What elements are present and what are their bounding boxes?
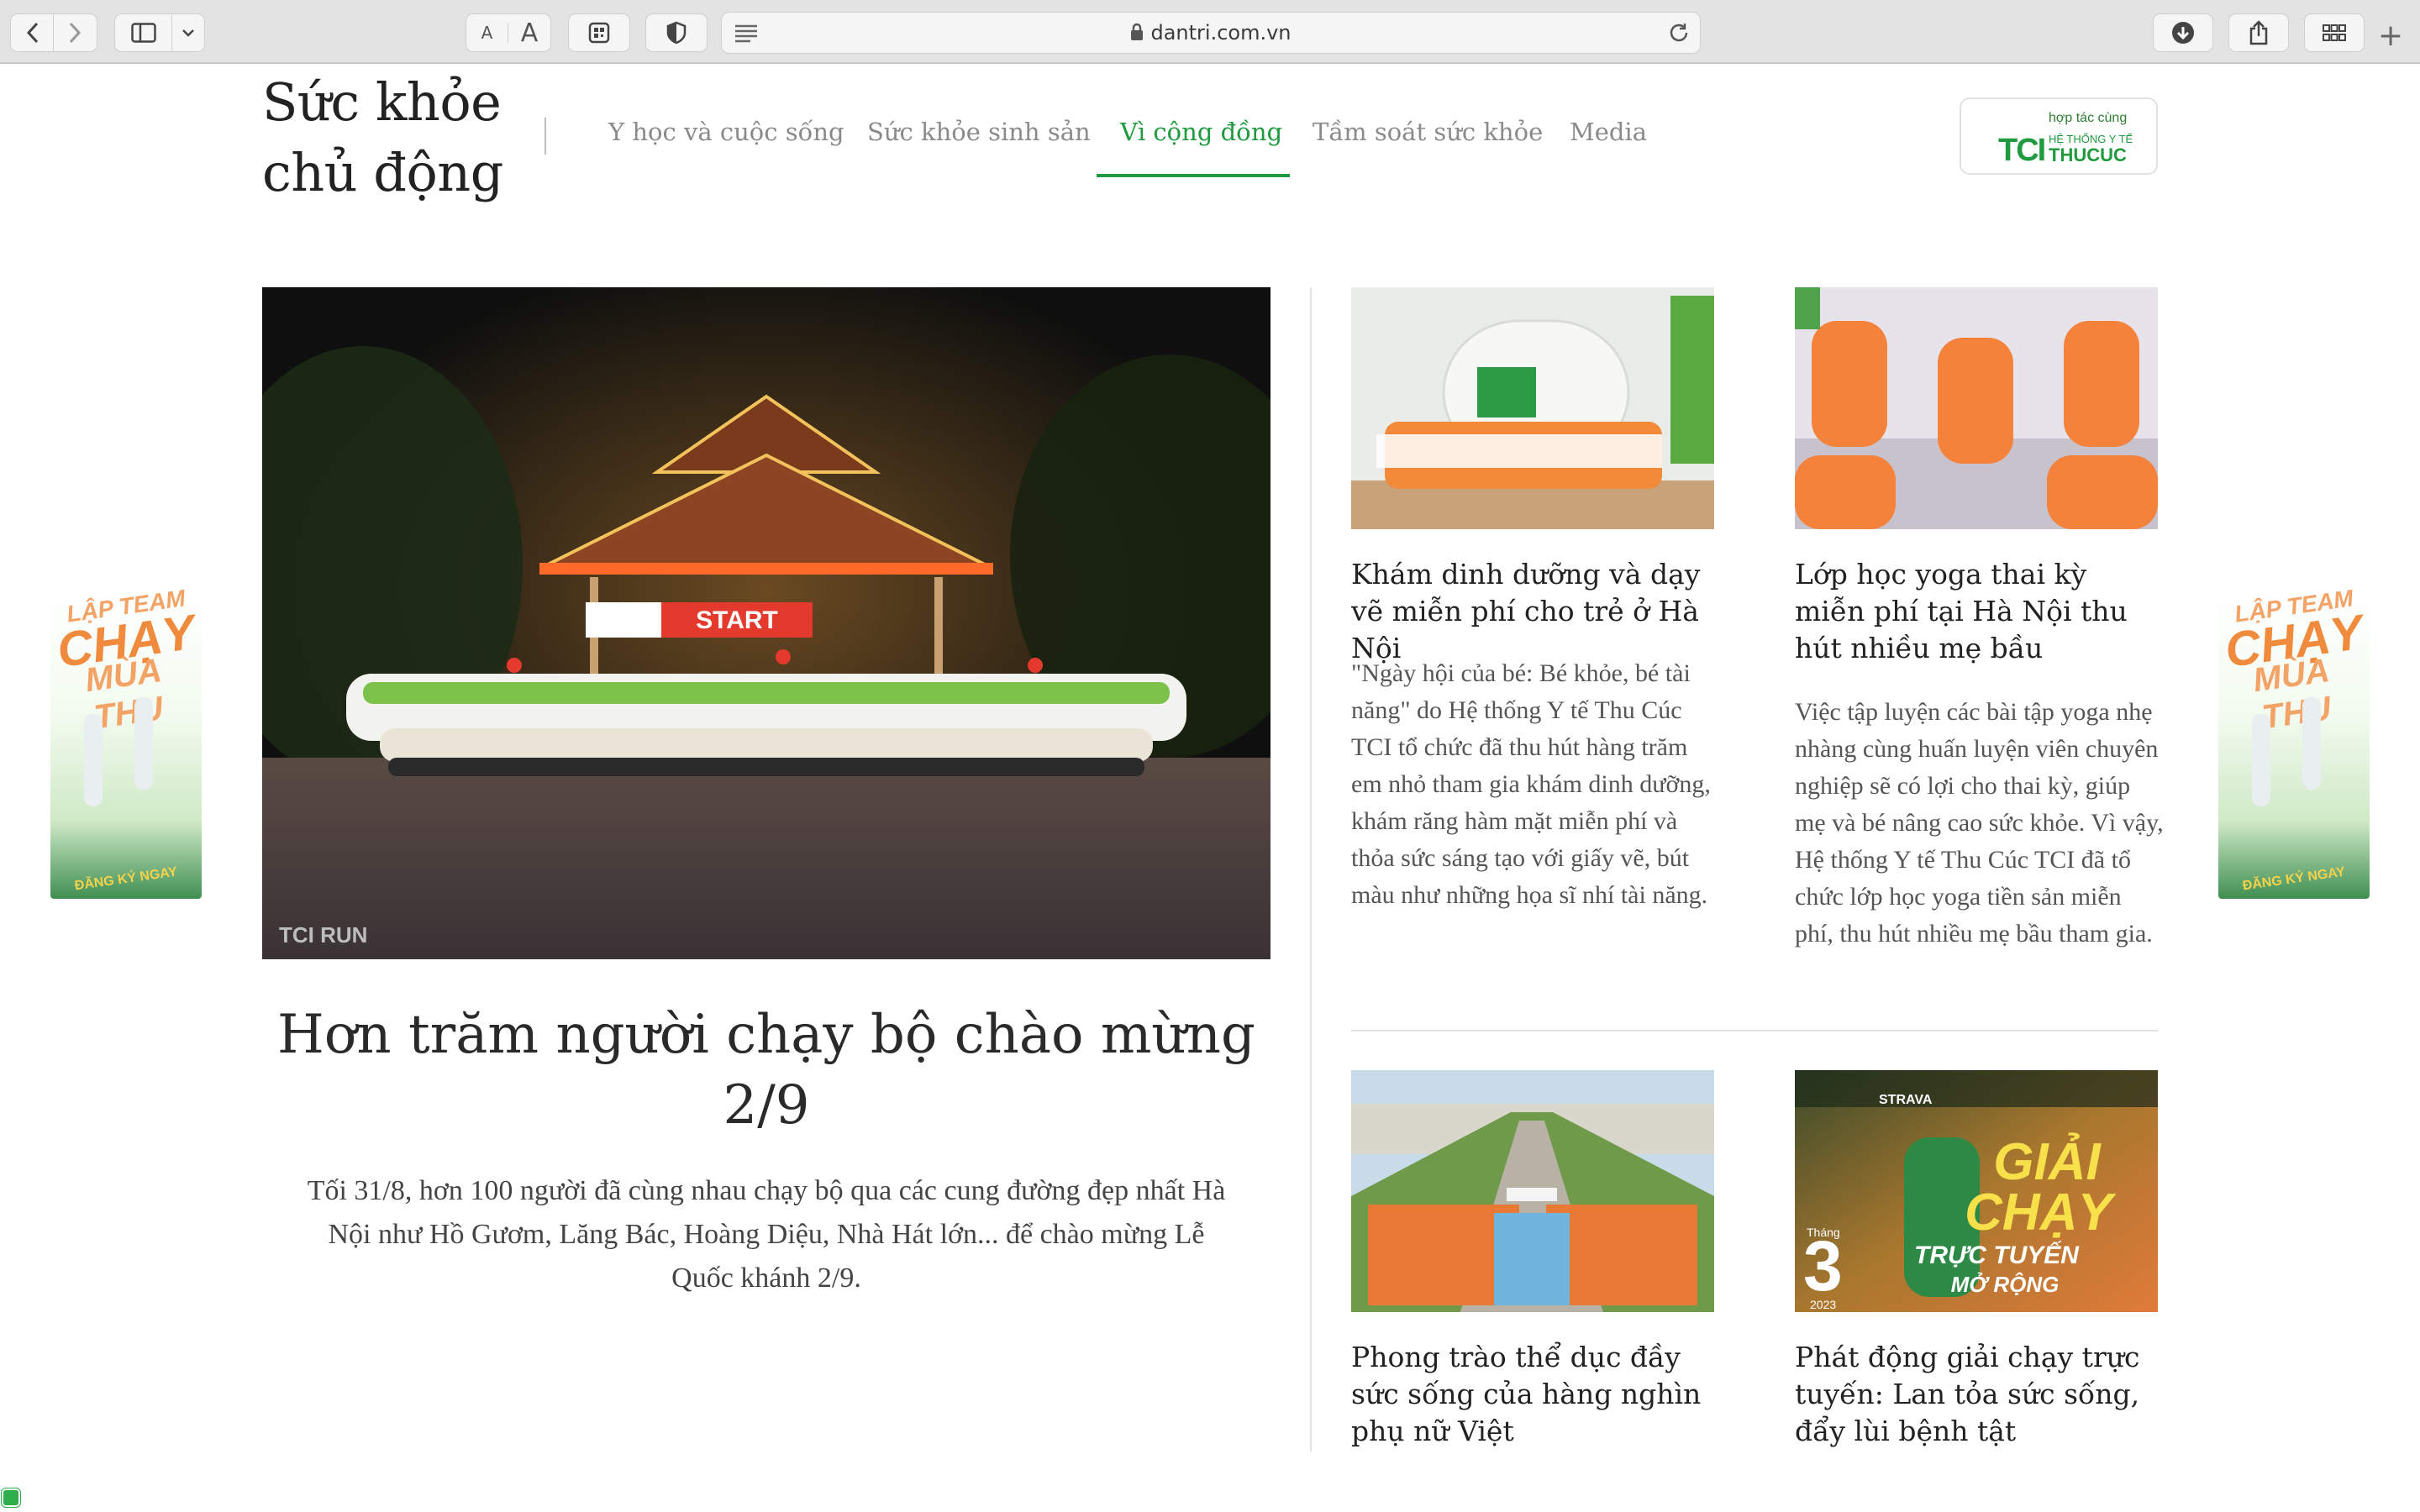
back-forward-group bbox=[10, 13, 97, 52]
section-title-line2: chủ động bbox=[262, 142, 503, 203]
side-ad-right[interactable]: LẬP TEAM CHẠY MÙA THU ĐĂNG KÝ NGAY bbox=[2218, 588, 2370, 899]
url-text: dantri.com.vn bbox=[1150, 21, 1292, 45]
partner-caption: hợp tác cùng bbox=[2049, 111, 2128, 125]
article-title-3[interactable]: Phong trào thể dục đầy sức sống của hàng… bbox=[1351, 1339, 1721, 1450]
article4-brand: STRAVA bbox=[1879, 1093, 1933, 1107]
article-image-4[interactable]: STRAVA GIẢI CHẠY Tháng 3 2023 TRỰC TUYẾN… bbox=[1795, 1070, 2158, 1312]
nav-item-suc-khoe-sinh-san[interactable]: Sức khỏe sinh sản bbox=[867, 118, 1091, 146]
article-title-4[interactable]: Phát động giải chạy trực tuyến: Lan tỏa … bbox=[1795, 1339, 2165, 1450]
featured-watermark: TCI RUN bbox=[279, 922, 367, 948]
text-smaller-button[interactable]: A bbox=[466, 23, 508, 43]
article-photo-1 bbox=[1351, 287, 1714, 529]
article-image-2[interactable] bbox=[1795, 287, 2158, 529]
sidebar-icon[interactable] bbox=[115, 14, 172, 51]
article4-sub2: MỞ RỘNG bbox=[1951, 1272, 2060, 1297]
tci-logo: TCI bbox=[1998, 133, 2046, 168]
article4-headline2: CHẠY bbox=[1965, 1184, 2117, 1242]
nav-item-vi-cong-dong[interactable]: Vì cộng đồng bbox=[1120, 118, 1282, 146]
ad-runner-figure bbox=[2302, 697, 2321, 790]
article-photo-3 bbox=[1351, 1070, 1714, 1312]
share-icon bbox=[2249, 20, 2269, 45]
partner-badge[interactable]: hợp tác cùng TCI HỆ THỐNG Y TẾ THUCUC bbox=[1960, 97, 2158, 175]
privacy-shield-button[interactable] bbox=[645, 13, 708, 52]
sidebar-toggle-group bbox=[114, 13, 205, 52]
featured-title[interactable]: Hơn trăm người chạy bộ chào mừng 2/9 bbox=[262, 1000, 1270, 1141]
text-size-group: A A bbox=[466, 13, 551, 52]
partner-system-label: HỆ THỐNG Y TẾ bbox=[2049, 133, 2133, 145]
share-button[interactable] bbox=[2228, 13, 2289, 52]
section-title-line1: Sức khỏe bbox=[262, 71, 502, 133]
ad-runner-figure bbox=[134, 697, 153, 790]
forward-icon[interactable] bbox=[54, 14, 96, 51]
article-image-1[interactable] bbox=[1351, 287, 1714, 529]
text-larger-button[interactable]: A bbox=[508, 18, 550, 48]
featured-banner-text: START bbox=[696, 606, 778, 634]
article4-year: 2023 bbox=[1810, 1298, 1836, 1311]
lock-icon bbox=[1130, 23, 1144, 46]
new-tab-icon[interactable]: + bbox=[2378, 18, 2403, 53]
url-display: dantri.com.vn bbox=[722, 21, 1700, 46]
ad-cta: ĐĂNG KÝ NGAY bbox=[73, 864, 178, 894]
nav-item-media[interactable]: Media bbox=[1570, 118, 1647, 146]
article-description-2: Việc tập luyện các bài tập yoga nhẹ nhàn… bbox=[1795, 698, 2164, 948]
ad-cta: ĐĂNG KÝ NGAY bbox=[2241, 864, 2346, 894]
row-divider bbox=[1351, 1030, 2158, 1032]
chat-widget-icon[interactable] bbox=[2, 1488, 20, 1507]
browser-toolbar: A A dantri.com.vn + bbox=[0, 0, 2420, 64]
downloads-button[interactable] bbox=[2153, 13, 2213, 52]
download-icon bbox=[2171, 21, 2195, 45]
chevron-down-icon[interactable] bbox=[172, 14, 204, 51]
featured-description: Tối 31/8, hơn 100 người đã cùng nhau chạ… bbox=[307, 1175, 1226, 1294]
article-photo-2 bbox=[1795, 287, 2158, 529]
column-divider bbox=[1310, 287, 1312, 1452]
header-divider bbox=[544, 118, 546, 155]
grid-icon bbox=[2323, 24, 2346, 41]
article-title-2[interactable]: Lớp học yoga thai kỳ miễn phí tại Hà Nội… bbox=[1795, 556, 2165, 667]
featured-image[interactable]: START TCI RUN bbox=[262, 287, 1270, 959]
nav-item-y-hoc[interactable]: Y học và cuộc sống bbox=[608, 118, 844, 146]
article-image-3[interactable] bbox=[1351, 1070, 1714, 1312]
side-ad-left[interactable]: LẬP TEAM CHẠY MÙA THU ĐĂNG KÝ NGAY bbox=[50, 588, 202, 899]
article-photo-4: STRAVA GIẢI CHẠY Tháng 3 2023 TRỰC TUYẾN… bbox=[1795, 1070, 2158, 1312]
featured-photo: START TCI RUN bbox=[262, 287, 1270, 959]
qr-code-icon bbox=[588, 22, 610, 44]
reload-icon[interactable] bbox=[1668, 22, 1690, 48]
section-title[interactable]: Sức khỏe chủ động bbox=[262, 67, 514, 208]
shield-icon bbox=[666, 21, 687, 45]
nav-item-tam-soat[interactable]: Tầm soát sức khỏe bbox=[1313, 118, 1543, 146]
ad-runner-figure bbox=[84, 714, 103, 806]
qr-code-button[interactable] bbox=[568, 13, 630, 52]
partner-name: THUCUC bbox=[2049, 144, 2127, 165]
article4-sub1: TRỰC TUYẾN bbox=[1914, 1241, 2080, 1269]
tab-overview-button[interactable] bbox=[2304, 13, 2365, 52]
address-bar[interactable]: dantri.com.vn bbox=[721, 12, 1701, 54]
article4-month-number: 3 bbox=[1803, 1226, 1843, 1305]
back-icon[interactable] bbox=[12, 14, 54, 51]
ad-runner-figure bbox=[2252, 714, 2270, 806]
article-title-1[interactable]: Khám dinh dưỡng và dạy vẽ miễn phí cho t… bbox=[1351, 556, 1721, 667]
article4-headline1: GIẢI bbox=[1993, 1133, 2102, 1191]
article-description-1: "Ngày hội của bé: Bé khỏe, bé tài năng" … bbox=[1351, 659, 1711, 909]
nav-active-indicator bbox=[1097, 174, 1290, 177]
